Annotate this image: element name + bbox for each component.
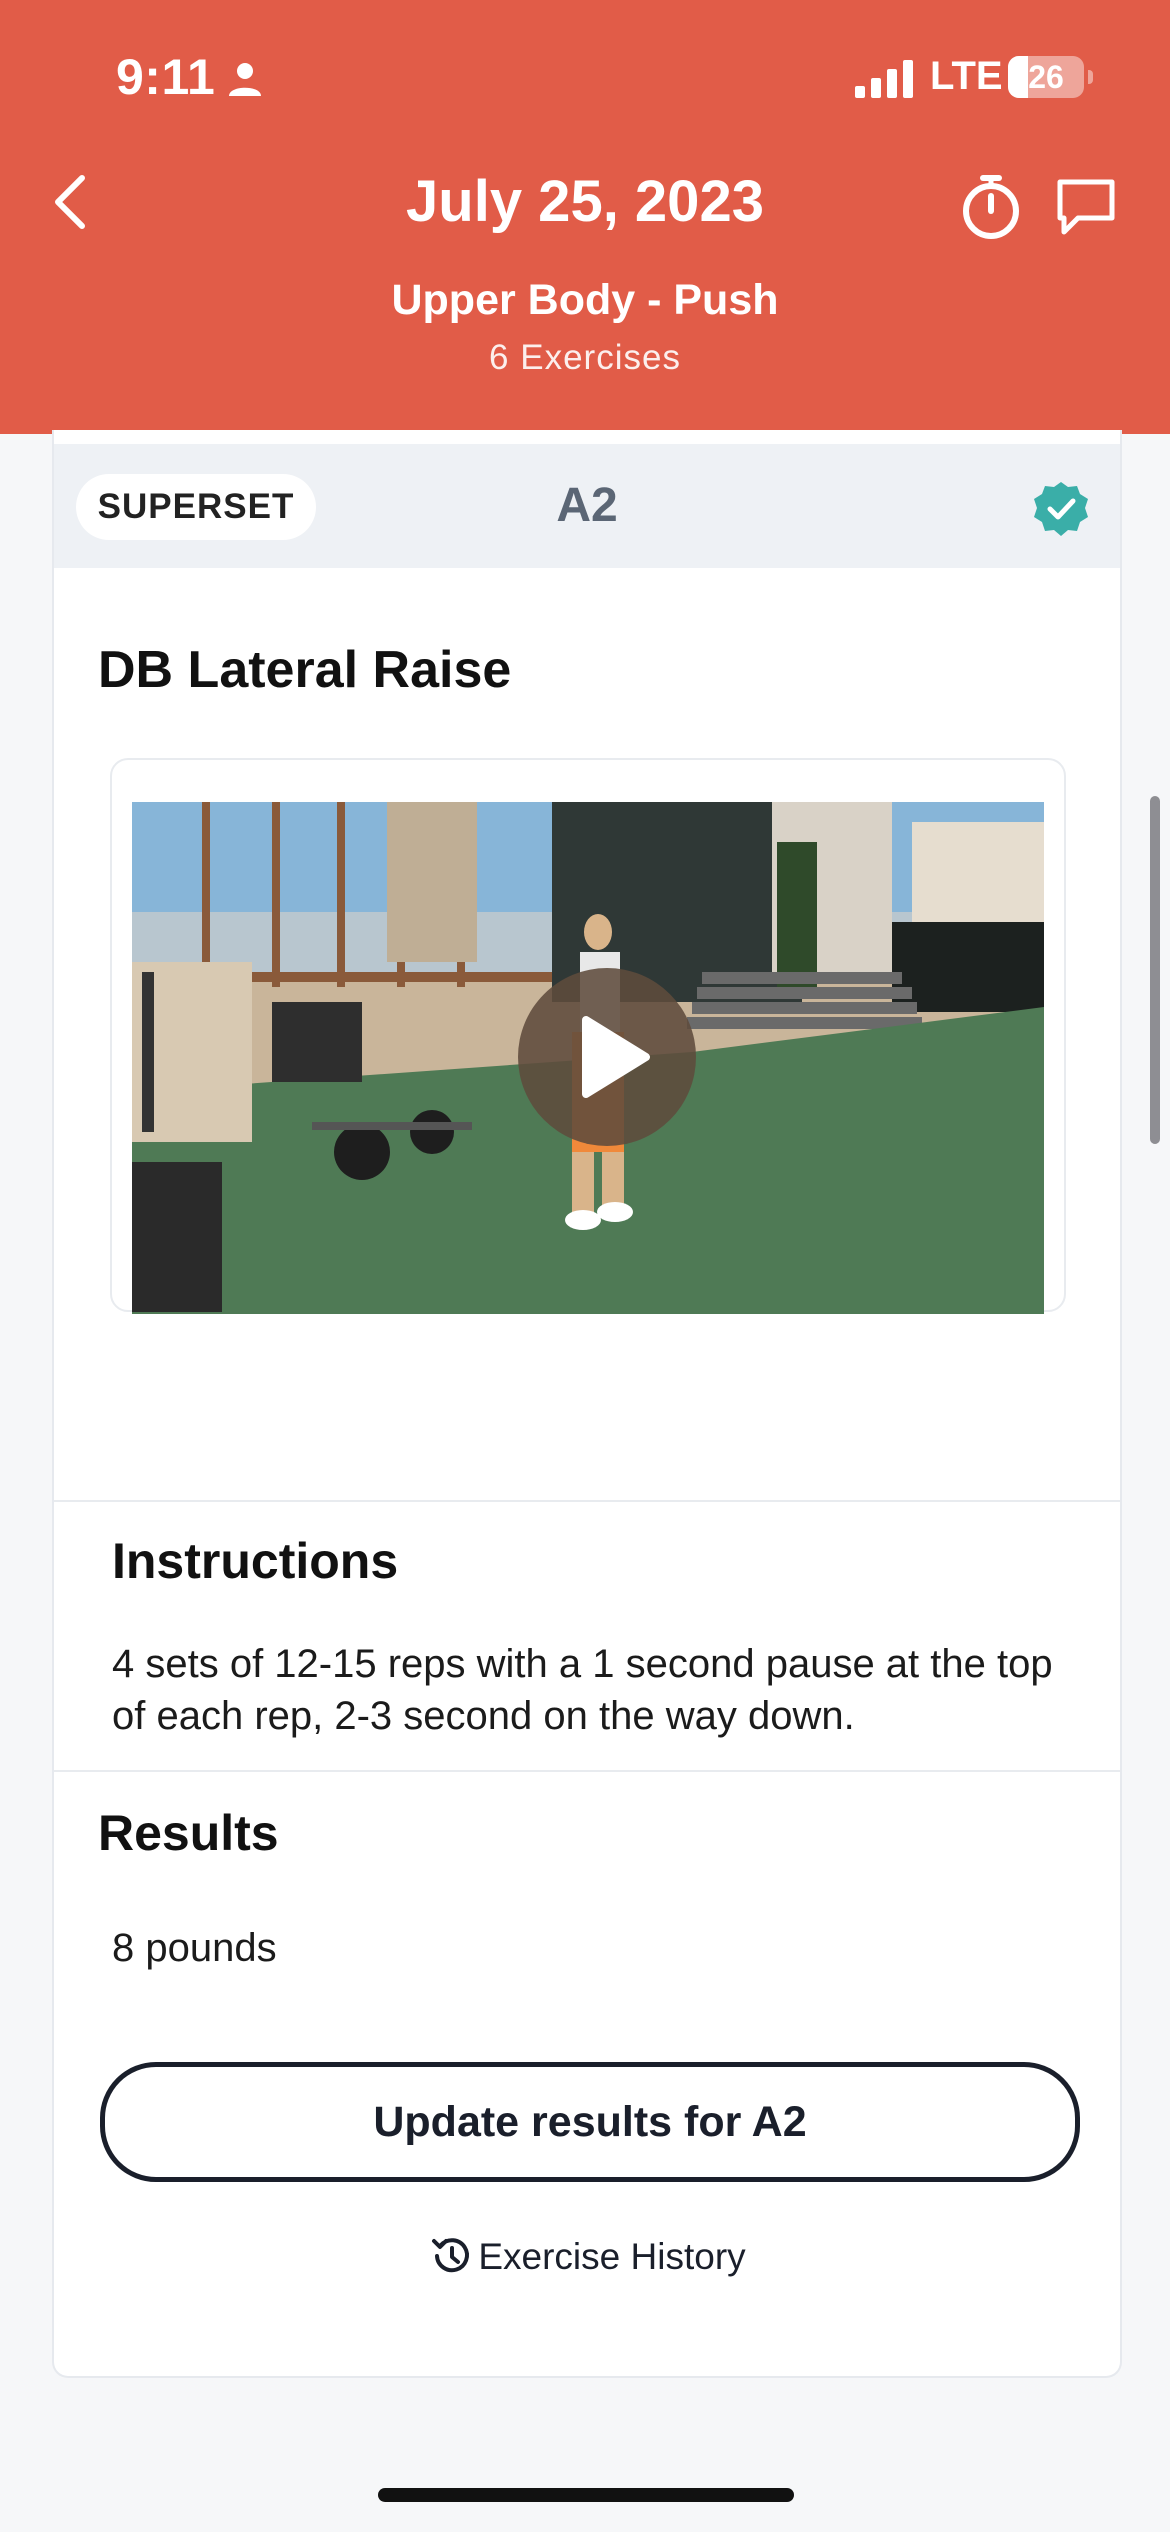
exercise-history-link[interactable]: Exercise History (54, 2230, 1120, 2284)
app-header: 9:11 LTE 26 July 25, 2023 Upper Body - P… (0, 0, 1170, 434)
play-button[interactable] (518, 968, 696, 1146)
instructions-title: Instructions (112, 1533, 399, 1589)
stopwatch-icon[interactable] (956, 172, 1026, 242)
superset-header: A2 SUPERSET (54, 444, 1120, 568)
status-time: 9:11 (116, 49, 216, 105)
superset-badge: SUPERSET (76, 474, 316, 540)
check-badge-icon (1034, 482, 1088, 536)
results-value: 8 pounds (112, 1926, 277, 1970)
results-title: Results (98, 1805, 279, 1861)
update-results-button[interactable]: Update results for A2 (100, 2062, 1080, 2182)
battery-tip (1088, 70, 1093, 84)
play-icon (582, 1016, 650, 1098)
exercise-name: DB Lateral Raise (98, 641, 512, 699)
chat-bubble-icon[interactable] (1054, 176, 1118, 238)
exercise-card: A2 SUPERSET DB Lateral Raise Instruction… (52, 430, 1122, 2378)
video-card (110, 758, 1066, 1314)
network-label: LTE (930, 54, 1003, 98)
divider (54, 1770, 1120, 1772)
battery-level: 26 (1028, 59, 1064, 95)
scrollbar[interactable] (1150, 796, 1160, 1144)
exercise-history-label: Exercise History (478, 2236, 746, 2277)
workout-name: Upper Body - Push (391, 276, 779, 324)
battery-icon: 26 (1008, 56, 1084, 98)
signal-icon (855, 60, 913, 98)
home-indicator[interactable] (378, 2488, 794, 2502)
instructions-text: 4 sets of 12-15 reps with a 1 second pau… (112, 1642, 1053, 1738)
person-icon (229, 63, 261, 96)
divider (54, 1500, 1120, 1502)
exercise-count: 6 Exercises (489, 338, 681, 377)
exercise-video[interactable] (132, 802, 1044, 1314)
history-icon (432, 2238, 470, 2273)
